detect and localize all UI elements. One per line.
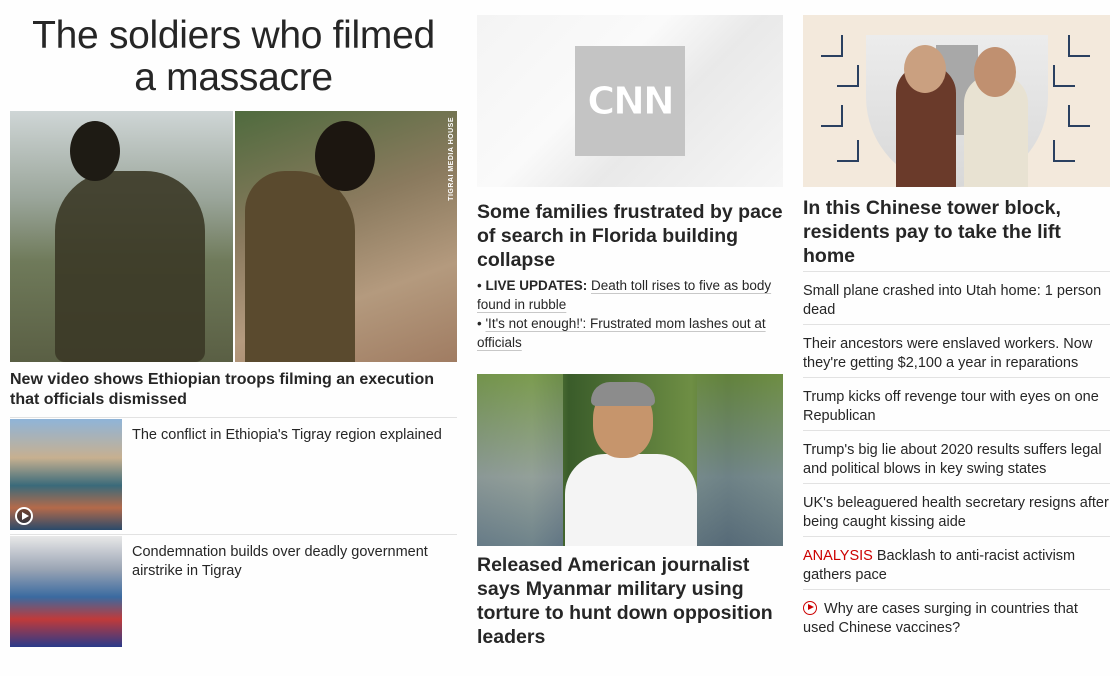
sub-story-item[interactable]: Condemnation builds over deadly governme… bbox=[10, 534, 457, 647]
florida-collapse-headline[interactable]: Some families frustrated by pace of sear… bbox=[477, 200, 783, 272]
sub-story-item[interactable]: The conflict in Ethiopia's Tigray region… bbox=[10, 417, 457, 530]
list-item-link[interactable]: Trump's big lie about 2020 results suffe… bbox=[803, 442, 1102, 477]
analysis-label: ANALYSIS bbox=[803, 548, 873, 564]
list-item[interactable]: ANALYSIS Backlash to anti-racist activis… bbox=[803, 536, 1110, 589]
list-item[interactable]: Trump kicks off revenge tour with eyes o… bbox=[803, 377, 1110, 430]
person-body bbox=[565, 454, 697, 546]
bullet-link[interactable]: 'It's not enough!': Frustrated mom lashe… bbox=[477, 316, 766, 350]
tower-block-image[interactable] bbox=[803, 15, 1110, 187]
journalist-image[interactable] bbox=[477, 374, 783, 546]
soldier-head bbox=[70, 121, 120, 181]
myanmar-journalist-headline[interactable]: Released American journalist says Myanma… bbox=[477, 553, 783, 649]
lead-story-headline[interactable]: New video shows Ethiopian troops filming… bbox=[10, 370, 457, 410]
lead-story-title-line1: The soldiers who filmed bbox=[32, 14, 435, 57]
hero-image-left-panel bbox=[10, 111, 233, 362]
lift-interior bbox=[866, 35, 1048, 187]
list-item[interactable]: Why are cases surging in countries that … bbox=[803, 589, 1110, 642]
resident-head bbox=[974, 47, 1016, 97]
image-blur-left bbox=[477, 374, 563, 546]
resident-head bbox=[904, 45, 946, 93]
list-item[interactable]: Their ancestors were enslaved workers. N… bbox=[803, 324, 1110, 377]
cnn-logo: CNN bbox=[587, 79, 675, 124]
cnn-logo-box: CNN bbox=[575, 46, 685, 156]
play-icon bbox=[15, 507, 33, 525]
cnn-placeholder-image[interactable]: CNN bbox=[477, 15, 783, 187]
soldier-figure bbox=[55, 171, 205, 362]
soldier-head bbox=[315, 121, 375, 191]
decor-stair bbox=[821, 35, 843, 57]
image-blur-right bbox=[697, 374, 783, 546]
bullet-prefix: LIVE UPDATES: bbox=[485, 278, 588, 293]
list-item[interactable]: UK's beleaguered health secretary resign… bbox=[803, 483, 1110, 536]
lead-story-image[interactable]: TIGRAI MEDIA HOUSE bbox=[10, 111, 457, 362]
list-item[interactable]: Small plane crashed into Utah home: 1 pe… bbox=[803, 271, 1110, 324]
list-item-link[interactable]: Trump kicks off revenge tour with eyes o… bbox=[803, 389, 1099, 424]
headline-list: Small plane crashed into Utah home: 1 pe… bbox=[803, 271, 1110, 642]
sub-story-link[interactable]: Condemnation builds over deadly governme… bbox=[132, 543, 457, 581]
decor-stair bbox=[837, 140, 859, 162]
lead-story-title-line2: a massacre bbox=[134, 56, 333, 99]
sub-story-thumbnail[interactable] bbox=[10, 536, 122, 647]
lead-story-column: The soldiers who filmed a massacre TIGRA… bbox=[10, 0, 457, 647]
list-item-link[interactable]: Why are cases surging in countries that … bbox=[803, 601, 1078, 636]
list-item-link[interactable]: Their ancestors were enslaved workers. N… bbox=[803, 336, 1092, 371]
soldier-figure bbox=[245, 171, 355, 362]
decor-stair bbox=[821, 105, 843, 127]
sub-story-link[interactable]: The conflict in Ethiopia's Tigray region… bbox=[132, 426, 457, 445]
lead-story-title[interactable]: The soldiers who filmed a massacre bbox=[10, 15, 457, 99]
decor-stair bbox=[1053, 140, 1075, 162]
hero-image-right-panel: TIGRAI MEDIA HOUSE bbox=[235, 111, 457, 362]
decor-stair bbox=[1053, 65, 1075, 87]
list-item-link[interactable]: Small plane crashed into Utah home: 1 pe… bbox=[803, 283, 1101, 318]
decor-stair bbox=[1068, 35, 1090, 57]
decor-stair bbox=[1068, 105, 1090, 127]
video-play-icon bbox=[803, 601, 817, 615]
person-hair bbox=[591, 382, 655, 406]
tower-block-headline[interactable]: In this Chinese tower block, residents p… bbox=[803, 196, 1110, 268]
bullet-live-updates[interactable]: • LIVE UPDATES: Death toll rises to five… bbox=[477, 276, 783, 314]
decor-stair bbox=[837, 65, 859, 87]
image-watermark: TIGRAI MEDIA HOUSE bbox=[448, 117, 455, 201]
list-item-link[interactable]: UK's beleaguered health secretary resign… bbox=[803, 495, 1109, 530]
list-item[interactable]: Trump's big lie about 2020 results suffe… bbox=[803, 430, 1110, 483]
sub-story-thumbnail[interactable] bbox=[10, 419, 122, 530]
bullet-frustrated-mom[interactable]: • 'It's not enough!': Frustrated mom las… bbox=[477, 314, 783, 352]
